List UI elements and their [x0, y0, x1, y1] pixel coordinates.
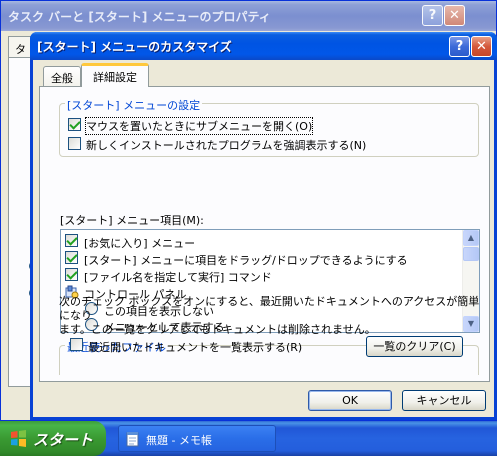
- start-button[interactable]: スタート: [0, 421, 106, 456]
- highlight-new-programs-checkbox[interactable]: [68, 137, 81, 150]
- clear-list-button[interactable]: 一覧のクリア(C): [366, 336, 463, 357]
- taskbar: スタート 無題 - メモ帳: [0, 421, 497, 456]
- ok-button[interactable]: OK: [308, 390, 392, 411]
- recent-documents-description: 次のチェック ボックスをオンにすると、最近開いたドキュメントへのアクセスが簡単に…: [59, 295, 489, 337]
- scroll-up-button[interactable]: ▲: [463, 230, 479, 246]
- list-recent-documents-label[interactable]: 最近開いたドキュメントを一覧表示する(R): [88, 339, 302, 355]
- close-icon: ✕: [476, 39, 487, 54]
- help-icon: ?: [428, 8, 437, 23]
- favorites-menu-checkbox[interactable]: [65, 234, 78, 247]
- back-window-title: タスク バーと [スタート] メニューのプロパティ: [8, 10, 271, 24]
- start-label: スタート: [33, 431, 94, 449]
- dialog-titlebar[interactable]: [スタート] メニューのカスタマイズ ? ✕: [30, 32, 497, 60]
- run-command-label: [ファイル名を指定して実行] コマンド: [84, 271, 272, 284]
- notepad-icon: [126, 432, 139, 447]
- ok-label: OK: [342, 394, 358, 407]
- windows-logo-icon: [11, 430, 26, 447]
- close-icon: ✕: [449, 8, 460, 23]
- recent-description-line1: 次のチェック ボックスをオンにすると、最近開いたドキュメントへのアクセスが簡単に…: [59, 295, 480, 322]
- favorites-menu-label: [お気に入り] メニュー: [84, 237, 196, 250]
- open-submenus-checkbox[interactable]: [68, 118, 81, 131]
- cancel-label: キャンセル: [416, 394, 472, 407]
- tab-advanced-label: 詳細設定: [93, 71, 137, 84]
- cancel-button[interactable]: キャンセル: [402, 390, 486, 411]
- customize-start-menu-dialog: [スタート] メニューのカスタマイズ ? ✕ 全般 詳細設定 [スタート] メニ…: [30, 32, 497, 420]
- back-close-button[interactable]: ✕: [444, 5, 465, 26]
- dialog-title: [スタート] メニューのカスタマイズ: [37, 40, 232, 54]
- back-tab-label: タ: [15, 43, 26, 56]
- clear-list-label: 一覧のクリア(C): [373, 340, 456, 353]
- back-help-button[interactable]: ?: [422, 5, 443, 26]
- back-window-titlebar[interactable]: タスク バーと [スタート] メニューのプロパティ ? ✕: [1, 1, 496, 31]
- chevron-up-icon: ▲: [467, 233, 475, 242]
- start-menu-settings-legend: [スタート] メニューの設定: [65, 97, 203, 113]
- drag-drop-checkbox[interactable]: [65, 251, 78, 264]
- recent-description-line2: ます。この一覧をクリアしてもドキュメントは削除されません。: [59, 323, 376, 336]
- drag-drop-label: [スタート] メニューに項目をドラッグ/ドロップできるようにする: [84, 254, 408, 267]
- open-submenus-label[interactable]: マウスを置いたときにサブメニューを開く(O): [84, 117, 314, 135]
- dialog-close-button[interactable]: ✕: [471, 36, 492, 57]
- run-command-checkbox[interactable]: [65, 268, 78, 281]
- scroll-thumb[interactable]: [463, 247, 479, 261]
- tab-general[interactable]: 全般: [43, 66, 81, 87]
- tab-advanced[interactable]: 詳細設定: [81, 63, 149, 87]
- help-icon: ?: [455, 39, 464, 54]
- dialog-help-button[interactable]: ?: [449, 36, 470, 57]
- start-menu-items-label: [スタート] メニュー項目(M):: [60, 214, 204, 227]
- taskbar-item-label: 無題 - メモ帳: [146, 434, 212, 447]
- taskbar-item-notepad[interactable]: 無題 - メモ帳: [118, 425, 276, 452]
- tab-general-label: 全般: [51, 72, 73, 85]
- list-recent-documents-checkbox[interactable]: [70, 338, 83, 351]
- highlight-new-programs-label[interactable]: 新しくインストールされたプログラムを強調表示する(N): [86, 137, 366, 153]
- start-menu-settings-group: [スタート] メニューの設定 マウスを置いたときにサブメニューを開く(O) 新し…: [59, 97, 479, 157]
